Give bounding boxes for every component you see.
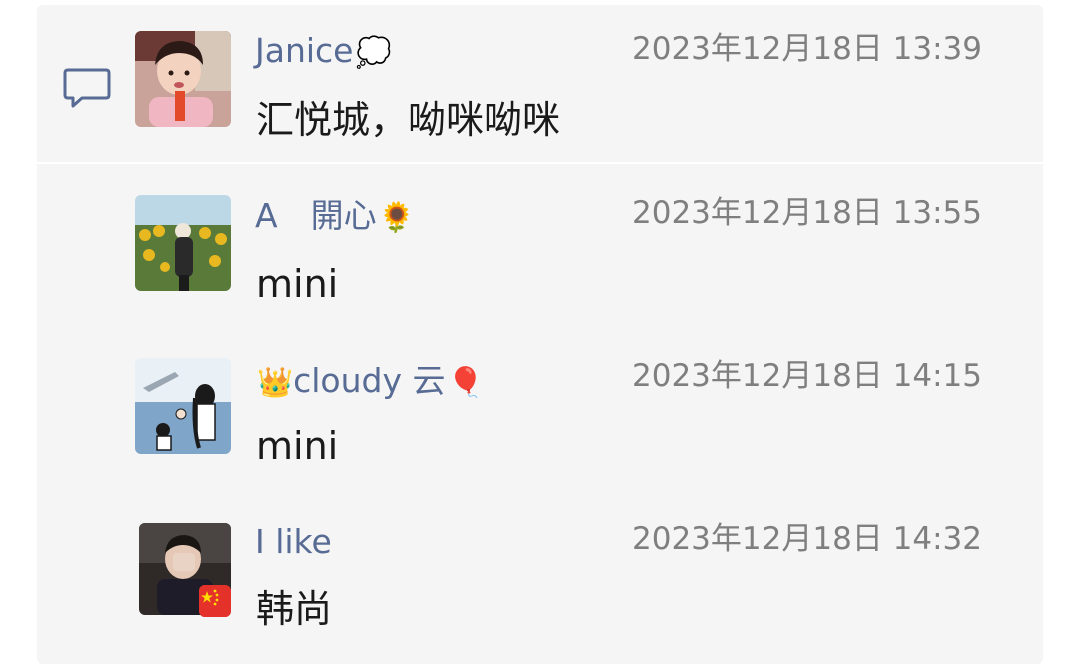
- commenter-name[interactable]: 👑cloudy 云🎈: [255, 361, 484, 402]
- commenter-name[interactable]: I like: [255, 522, 332, 562]
- commenter-name-text[interactable]: cloudy 云: [293, 361, 445, 400]
- commenter-name-text[interactable]: A 開心: [255, 196, 377, 235]
- comment-time: 2023年12月18日 13:39: [632, 31, 982, 67]
- comment-message: mini: [256, 262, 339, 306]
- thought-bubble-icon: 💭: [355, 35, 392, 69]
- commenter-name[interactable]: Janice💭: [255, 31, 392, 72]
- crown-icon: 👑: [257, 365, 294, 399]
- comment-message: 韩尚: [256, 587, 333, 631]
- comment-time: 2023年12月18日 13:55: [632, 195, 982, 231]
- sunflower-icon: 🌻: [378, 200, 415, 234]
- comments-divider: [37, 162, 1043, 164]
- comment-icon[interactable]: [63, 66, 111, 110]
- balloon-icon: 🎈: [447, 365, 484, 399]
- commenter-name[interactable]: A 開心🌻: [255, 196, 415, 237]
- commenter-name-text[interactable]: I like: [255, 522, 332, 561]
- comment-message: mini: [256, 424, 339, 468]
- seaside-illustration-avatar[interactable]: [135, 358, 231, 454]
- comment-time: 2023年12月18日 14:15: [632, 358, 982, 394]
- commenter-name-text[interactable]: Janice: [255, 31, 353, 70]
- sunflower-field-avatar[interactable]: [135, 195, 231, 291]
- comment-message: 汇悦城，呦咪呦咪: [256, 98, 561, 142]
- child-avatar[interactable]: [135, 31, 231, 127]
- china-flag-icon: [199, 585, 231, 617]
- comment-time: 2023年12月18日 14:32: [632, 521, 982, 557]
